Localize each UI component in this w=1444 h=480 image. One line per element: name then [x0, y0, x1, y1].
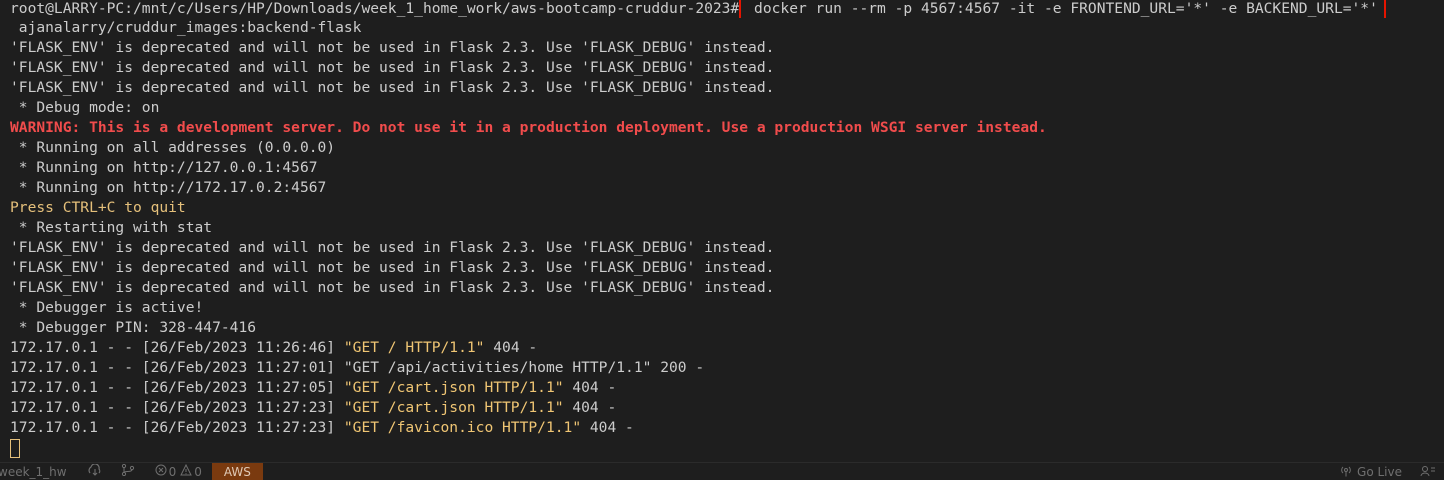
command-line: root@LARRY-PC:/mnt/c/Users/HP/Downloads/… — [10, 0, 1444, 18]
problems-indicator[interactable]: 0 0 — [155, 463, 202, 480]
request-timestamp: 172.17.0.1 - - [26/Feb/2023 11:27:01] — [10, 359, 344, 376]
output-line: * Running on http://172.17.0.2:4567 — [10, 179, 327, 196]
request-timestamp: 172.17.0.1 - - [26/Feb/2023 11:27:05] — [10, 379, 344, 396]
output-line: 'FLASK_ENV' is deprecated and will not b… — [10, 279, 775, 296]
request-timestamp: 172.17.0.1 - - [26/Feb/2023 11:27:23] — [10, 419, 344, 436]
request-path: "GET /cart.json HTTP/1.1" — [343, 399, 564, 416]
request-log-line: 172.17.0.1 - - [26/Feb/2023 11:27:05] "G… — [10, 378, 1444, 398]
request-status: 404 - — [563, 399, 617, 416]
request-log-line: 172.17.0.1 - - [26/Feb/2023 11:27:01] "G… — [10, 358, 1444, 378]
output-line: * Restarting with stat — [10, 219, 213, 236]
request-path: "GET /api/activities/home HTTP/1.1" — [343, 359, 652, 376]
broadcast-icon — [1339, 465, 1353, 480]
sync-icon — [87, 463, 103, 479]
terminal-cursor[interactable] — [10, 439, 20, 458]
request-path: "GET /cart.json HTTP/1.1" — [343, 379, 564, 396]
request-log-line: 172.17.0.1 - - [26/Feb/2023 11:27:23] "G… — [10, 398, 1444, 418]
request-status: 404 - — [563, 379, 617, 396]
branch-name: week_1_hw — [0, 464, 67, 479]
quit-hint-line: Press CTRL+C to quit — [10, 199, 186, 216]
error-count: 0 — [168, 464, 177, 479]
output-line: * Running on all addresses (0.0.0.0) — [10, 139, 336, 156]
aws-badge[interactable]: AWS — [211, 462, 263, 480]
highlighted-command: docker run --rm -p 4567:4567 -it -e FRON… — [739, 0, 1386, 18]
branch-icon — [121, 463, 135, 479]
error-icon — [155, 464, 167, 479]
output-line: * Debug mode: on — [10, 99, 160, 116]
request-timestamp: 172.17.0.1 - - [26/Feb/2023 11:26:46] — [10, 339, 344, 356]
request-status: 404 - — [581, 419, 634, 436]
request-status: 200 - — [651, 359, 705, 376]
go-live-label: Go Live — [1357, 465, 1402, 479]
warning-line: WARNING: This is a development server. D… — [10, 119, 1047, 136]
output-line: 'FLASK_ENV' is deprecated and will not b… — [10, 79, 775, 96]
output-line: 'FLASK_ENV' is deprecated and will not b… — [10, 259, 775, 276]
feedback-icon — [1420, 465, 1436, 480]
request-log-line: 172.17.0.1 - - [26/Feb/2023 11:26:46] "G… — [10, 338, 1444, 358]
source-control-button[interactable] — [121, 463, 135, 480]
request-path: "GET /favicon.ico HTTP/1.1" — [343, 419, 582, 436]
sync-button[interactable] — [87, 463, 103, 480]
request-path: "GET / HTTP/1.1" — [343, 339, 485, 356]
output-line: * Debugger is active! — [10, 299, 204, 316]
go-live-button[interactable]: Go Live — [1339, 463, 1402, 480]
output-line: * Running on http://127.0.0.1:4567 — [10, 159, 318, 176]
cursor-line[interactable] — [10, 438, 1444, 458]
request-log-line: 172.17.0.1 - - [26/Feb/2023 11:27:23] "G… — [10, 418, 1444, 438]
output-line: 'FLASK_ENV' is deprecated and will not b… — [10, 59, 775, 76]
feedback-button[interactable] — [1420, 463, 1436, 480]
shell-prompt: root@LARRY-PC:/mnt/c/Users/HP/Downloads/… — [10, 0, 740, 17]
warning-count: 0 — [194, 464, 202, 479]
statusbar-right: Go Live — [1339, 463, 1444, 480]
aws-label: AWS — [223, 464, 251, 479]
request-timestamp: 172.17.0.1 - - [26/Feb/2023 11:27:23] — [10, 399, 344, 416]
warning-icon — [180, 463, 193, 479]
output-line: 'FLASK_ENV' is deprecated and will not b… — [10, 39, 775, 56]
status-bar: week_1_hw 0 0 AWS Go Live — [0, 462, 1444, 480]
branch-indicator[interactable]: week_1_hw — [0, 463, 67, 480]
output-line: 'FLASK_ENV' is deprecated and will not b… — [10, 239, 775, 256]
terminal-panel[interactable]: root@LARRY-PC:/mnt/c/Users/HP/Downloads/… — [0, 0, 1444, 462]
command-continuation: ajanalarry/cruddur_images:backend-flask — [10, 19, 362, 36]
output-line: * Debugger PIN: 328-447-416 — [10, 319, 257, 336]
request-status: 404 - — [484, 339, 538, 356]
